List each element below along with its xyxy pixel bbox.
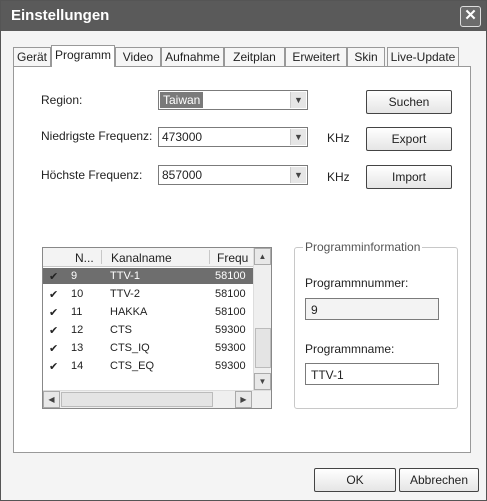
program-name-field[interactable]: TTV-1 [305,363,439,385]
program-number-field: 9 [305,298,439,320]
channel-list-header: N... Kanalname Frequ [43,248,253,267]
search-button[interactable]: Suchen [366,90,452,114]
tab-zeitplan[interactable]: Zeitplan [224,47,285,66]
tab-erweitert[interactable]: Erweitert [285,47,347,66]
channel-number: 10 [71,288,84,300]
vertical-scrollbar[interactable]: ▲ ▼ [253,248,271,390]
channel-frequency: 58100 [215,270,246,282]
cancel-button[interactable]: Abbrechen [399,468,479,492]
arrow-right-icon[interactable]: ▶ [235,391,252,408]
horizontal-scrollbar[interactable]: ◀ ▶ [43,390,271,408]
max-frequency-value: 857000 [162,168,203,182]
tab-aufnahme[interactable]: Aufnahme [161,47,224,66]
table-row[interactable]: ✔ 11 HAKKA 58100 [43,304,253,320]
min-frequency-label: Niedrigste Frequenz: [41,129,153,143]
channel-number: 11 [71,306,83,318]
tab-programm[interactable]: Programm [51,45,115,67]
chevron-down-icon[interactable]: ▼ [290,167,306,183]
arrow-up-icon[interactable]: ▲ [254,248,271,265]
column-divider[interactable] [209,250,210,264]
import-button[interactable]: Import [366,165,452,189]
window-title: Einstellungen [11,7,110,24]
region-label: Region: [41,93,83,107]
table-row[interactable]: ✔ 12 CTS 59300 [43,322,253,338]
max-frequency-select[interactable]: 857000 ▼ [158,165,308,185]
ok-button[interactable]: OK [314,468,396,492]
tab-live-update[interactable]: Live-Update [387,47,459,66]
table-row[interactable]: ✔ 14 CTS_EQ 59300 [43,358,253,374]
channel-frequency: 58100 [215,306,246,318]
close-icon: ✕ [464,7,477,24]
program-info-group: Programminformation Programmnummer: 9 Pr… [294,240,458,409]
program-info-title: Programminformation [303,240,423,254]
title-bar[interactable]: Einstellungen ✕ [1,1,486,31]
close-button[interactable]: ✕ [460,6,481,27]
program-number-label: Programmnummer: [305,276,409,290]
tab-skin[interactable]: Skin [347,47,385,66]
chevron-down-icon[interactable]: ▼ [290,129,306,145]
channel-frequency: 59300 [215,342,246,354]
channel-frequency: 58100 [215,288,246,300]
check-icon[interactable]: ✔ [49,324,58,337]
channel-number: 9 [71,270,78,282]
scrollbar-thumb[interactable] [61,392,213,407]
table-row[interactable]: ✔ 10 TTV-2 58100 [43,286,253,302]
max-frequency-unit: KHz [327,170,350,184]
column-header-frequency[interactable]: Frequ [217,251,248,265]
arrow-down-icon[interactable]: ▼ [254,373,271,390]
region-select[interactable]: Taiwan ▼ [158,90,308,110]
scrollbar-thumb[interactable] [255,328,271,368]
export-button[interactable]: Export [366,127,452,151]
region-value: Taiwan [160,92,204,108]
table-row[interactable]: ✔ 13 CTS_IQ 59300 [43,340,253,356]
channel-list[interactable]: N... Kanalname Frequ ✔ 9 TTV-1 58100 ✔ 1… [42,247,272,409]
tab-bar: Gerät Programm Video Aufnahme Zeitplan E… [13,45,479,67]
tab-video[interactable]: Video [115,47,161,66]
channel-name: CTS_EQ [110,360,155,372]
column-divider[interactable] [101,250,102,264]
channel-name: CTS [110,324,132,336]
tab-geraet[interactable]: Gerät [13,47,51,66]
check-icon[interactable]: ✔ [49,306,58,319]
channel-name: HAKKA [110,306,148,318]
check-icon[interactable]: ✔ [49,270,58,283]
settings-window: Einstellungen ✕ Gerät Programm Video Auf… [0,0,487,501]
table-row[interactable]: ✔ 9 TTV-1 58100 [43,268,253,284]
channel-name: CTS_IQ [110,342,150,354]
max-frequency-label: Höchste Frequenz: [41,168,143,182]
column-header-channel-name[interactable]: Kanalname [111,251,172,265]
channel-frequency: 59300 [215,360,246,372]
min-frequency-value: 473000 [162,130,203,144]
channel-name: TTV-2 [110,288,140,300]
channel-frequency: 59300 [215,324,246,336]
channel-number: 12 [71,324,84,336]
check-icon[interactable]: ✔ [49,360,58,373]
channel-number: 14 [71,360,84,372]
min-frequency-unit: KHz [327,131,350,145]
min-frequency-select[interactable]: 473000 ▼ [158,127,308,147]
channel-number: 13 [71,342,84,354]
channel-name: TTV-1 [110,270,140,282]
program-name-label: Programmname: [305,342,395,356]
check-icon[interactable]: ✔ [49,342,58,355]
column-header-number[interactable]: N... [75,251,94,265]
chevron-down-icon[interactable]: ▼ [290,92,306,108]
check-icon[interactable]: ✔ [49,288,58,301]
arrow-left-icon[interactable]: ◀ [43,391,60,408]
